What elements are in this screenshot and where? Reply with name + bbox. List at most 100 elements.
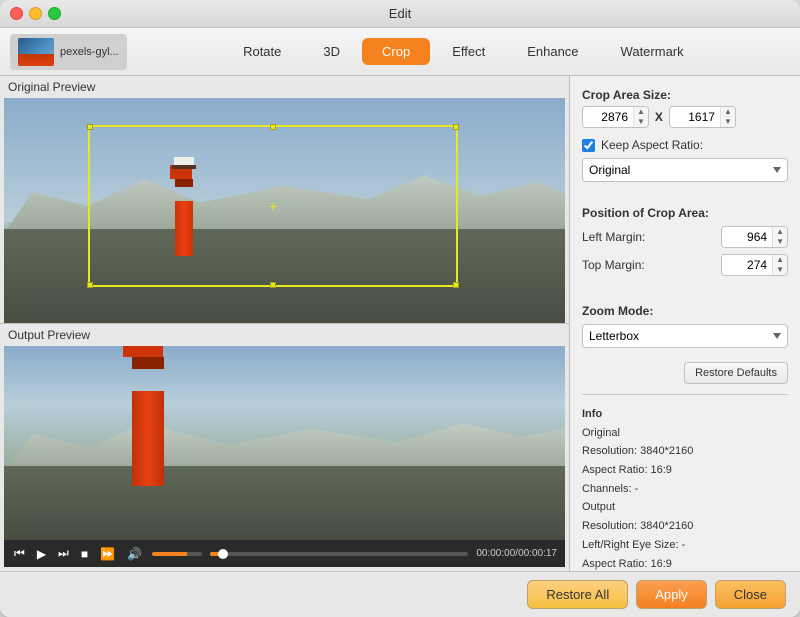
crop-area-size-section: Crop Area Size: ▲ ▼ X ▲ ▼ [582,88,788,128]
time-display: 00:00:00/00:00:17 [476,548,557,559]
zoom-mode-label: Zoom Mode: [582,304,788,318]
original-preview-label: Original Preview [0,76,569,98]
tab-rotate[interactable]: Rotate [223,38,301,65]
ground-bg [4,229,565,324]
progress-bar[interactable] [210,552,468,556]
info-original-aspect: Aspect Ratio: 16:9 [582,461,788,480]
info-output-resolution: Resolution: 3840*2160 [582,517,788,536]
info-title: Info [582,405,788,424]
top-margin-spin-btns: ▲ ▼ [772,255,787,275]
output-preview-label: Output Preview [0,324,569,346]
restore-defaults-container: Restore Defaults [582,362,788,384]
title-bar: Edit [0,0,800,28]
keep-aspect-section: Keep Aspect Ratio: Original 16:9 4:3 1:1… [582,138,788,182]
tab-3d[interactable]: 3D [303,38,360,65]
left-margin-up-btn[interactable]: ▲ [773,227,787,237]
content-area: Original Preview [0,76,800,571]
height-up-btn[interactable]: ▲ [721,107,735,117]
out-lh-top [123,346,163,357]
skip-end-button[interactable]: ⏩ [98,545,117,563]
out-lh-cap [132,357,164,369]
out-ground [4,466,565,540]
x-separator: X [655,110,663,124]
top-margin-down-btn[interactable]: ▼ [773,265,787,275]
keep-aspect-row: Keep Aspect Ratio: [582,138,788,152]
info-original-resolution: Resolution: 3840*2160 [582,442,788,461]
minimize-window-button[interactable] [29,7,42,20]
out-lh-tower [132,391,164,486]
out-lighthouse [127,346,169,486]
skip-forward-button[interactable]: ⏭ [56,544,71,563]
restore-all-button[interactable]: Restore All [527,580,628,609]
lighthouse [172,165,196,256]
output-scene [4,346,565,540]
tab-effect[interactable]: Effect [432,38,505,65]
window-controls [10,7,61,20]
height-spin-btns: ▲ ▼ [720,107,735,127]
original-preview-video: + [4,98,565,323]
lh-tower [175,201,193,256]
close-button[interactable]: Close [715,580,786,609]
stop-button[interactable]: ■ [79,545,90,563]
volume-icon[interactable]: 🔊 [125,545,144,563]
volume-slider[interactable] [152,552,202,556]
height-down-btn[interactable]: ▼ [721,117,735,127]
aspect-ratio-dropdown[interactable]: Original 16:9 4:3 1:1 Custom [582,158,788,182]
output-preview-video [4,346,565,540]
info-original-channels: Channels: - [582,480,788,499]
left-margin-label: Left Margin: [582,230,662,244]
main-window: Edit pexels-gyl... Rotate 3D Crop Effect… [0,0,800,617]
maximize-window-button[interactable] [48,7,61,20]
window-title: Edit [389,6,411,21]
tab-bar: Rotate 3D Crop Effect Enhance Watermark [137,38,790,65]
left-margin-down-btn[interactable]: ▼ [773,237,787,247]
left-margin-spin-btns: ▲ ▼ [772,227,787,247]
skip-start-button[interactable]: ⏮ [12,544,27,563]
crop-area-size-label: Crop Area Size: [582,88,788,102]
toolbar: pexels-gyl... Rotate 3D Crop Effect Enha… [0,28,800,76]
width-spin-btns: ▲ ▼ [633,107,648,127]
tab-crop[interactable]: Crop [362,38,430,65]
top-margin-up-btn[interactable]: ▲ [773,255,787,265]
info-output-eye-size: Left/Right Eye Size: - [582,536,788,555]
tab-watermark[interactable]: Watermark [601,38,704,65]
file-tab[interactable]: pexels-gyl... [10,34,127,70]
file-name: pexels-gyl... [60,46,119,58]
top-margin-label: Top Margin: [582,258,662,272]
info-output-aspect: Aspect Ratio: 16:9 [582,555,788,572]
width-input-group: ▲ ▼ [582,106,649,128]
height-input[interactable] [670,107,720,127]
apply-button[interactable]: Apply [636,580,707,609]
original-preview-section: Original Preview [0,76,569,323]
keep-aspect-checkbox[interactable] [582,139,595,152]
progress-dot [218,549,228,559]
bottom-bar: Restore All Apply Close [0,571,800,617]
out-mountains [4,418,565,472]
height-input-group: ▲ ▼ [669,106,736,128]
width-input[interactable] [583,107,633,127]
info-section: Info Original Resolution: 3840*2160 Aspe… [582,394,788,571]
zoom-mode-section: Zoom Mode: Letterbox Pan & Scan Full [582,304,788,348]
output-preview-section: Output Preview [0,324,569,571]
play-button[interactable]: ▶ [35,545,48,563]
tab-enhance[interactable]: Enhance [507,38,598,65]
top-margin-input[interactable] [722,255,772,275]
top-margin-input-group: ▲ ▼ [721,254,788,276]
width-down-btn[interactable]: ▼ [634,117,648,127]
close-window-button[interactable] [10,7,23,20]
restore-defaults-button[interactable]: Restore Defaults [684,362,788,384]
right-panel: Crop Area Size: ▲ ▼ X ▲ ▼ [570,76,800,571]
left-margin-input[interactable] [722,227,772,247]
zoom-mode-dropdown[interactable]: Letterbox Pan & Scan Full [582,324,788,348]
position-section: Position of Crop Area: Left Margin: ▲ ▼ … [582,206,788,280]
width-up-btn[interactable]: ▲ [634,107,648,117]
keep-aspect-label: Keep Aspect Ratio: [601,138,703,152]
file-thumbnail [18,38,54,66]
lh-cap [175,179,193,187]
info-output-label: Output [582,498,788,517]
position-label: Position of Crop Area: [582,206,788,220]
video-controls: ⏮ ▶ ⏭ ■ ⏩ 🔊 00:00:00/00:00:17 [4,540,565,567]
lh-gallery [172,165,196,169]
original-scene: + [4,98,565,323]
preview-panel: Original Preview [0,76,570,571]
